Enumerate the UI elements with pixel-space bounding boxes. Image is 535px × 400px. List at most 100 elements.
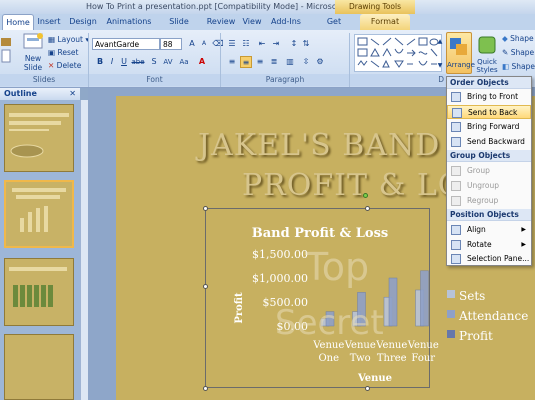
slide-thumbnail-1-preview	[9, 113, 69, 158]
shapes-gallery-icons	[357, 37, 439, 68]
align-text-icon[interactable]: ⇳	[300, 56, 312, 68]
clear-formatting-icon[interactable]: ⌫	[212, 38, 224, 50]
ungroup-icon	[451, 181, 461, 191]
position-objects-header: Position Objects	[447, 209, 531, 221]
quick-styles-button[interactable]: Quick Styles	[474, 34, 500, 74]
paste-icon[interactable]	[0, 34, 14, 70]
layout-label: Layout	[57, 35, 83, 44]
slide-title-line-2[interactable]: PROFIT & LO	[242, 168, 463, 203]
group-label: Group	[467, 166, 490, 175]
grow-font-icon[interactable]: A	[186, 38, 198, 50]
outline-tab-label: Outline	[4, 89, 37, 98]
new-slide-button[interactable]: New Slide	[18, 32, 48, 74]
rotate-icon	[451, 240, 461, 250]
legend-label-sets: Sets	[459, 289, 486, 303]
panel-scrollbar[interactable]	[80, 100, 88, 400]
slide-thumbnail-1[interactable]	[4, 104, 74, 172]
send-to-back-item[interactable]: Send to Back	[447, 105, 531, 119]
tab-view[interactable]: View	[241, 14, 263, 30]
align-item[interactable]: Align ▶	[447, 223, 531, 237]
shape-outline-label: Shape O	[510, 48, 535, 57]
send-backward-item[interactable]: Send Backward	[447, 135, 531, 149]
shapes-gallery[interactable]	[354, 34, 442, 72]
selection-handle[interactable]	[365, 386, 370, 391]
character-spacing-icon[interactable]: AV	[162, 56, 174, 68]
bar-attendance-4	[420, 270, 429, 327]
arrange-button[interactable]: Arrange	[446, 32, 475, 74]
delete-button[interactable]: ✕ Delete	[48, 61, 81, 70]
underline-button[interactable]: U	[118, 56, 130, 68]
drawing-tools-context-tab: Drawing Tools	[335, 0, 415, 14]
shape-effects-icon: ◧	[502, 62, 510, 71]
bring-forward-item[interactable]: Bring Forward	[447, 120, 531, 134]
strikethrough-button[interactable]: abe	[130, 56, 146, 68]
tab-review[interactable]: Review	[206, 14, 236, 30]
shape-fill-button[interactable]: ◆ Shape F	[502, 34, 535, 43]
tab-add-ins[interactable]: Add-Ins	[270, 14, 302, 30]
justify-icon[interactable]: ≣	[268, 56, 280, 68]
gallery-more-icon[interactable]: ▼	[434, 60, 446, 72]
legend-label-profit: Profit	[459, 329, 493, 343]
reset-button[interactable]: ▣ Reset	[48, 48, 78, 57]
bold-button[interactable]: B	[94, 56, 106, 68]
close-pane-icon[interactable]: ✕	[69, 88, 76, 100]
tab-design[interactable]: Design	[68, 14, 98, 30]
shadow-button[interactable]: S	[148, 56, 160, 68]
group-item[interactable]: Group	[447, 164, 531, 178]
columns-icon[interactable]: ▥	[284, 56, 296, 68]
send-backward-icon	[451, 137, 461, 147]
align-center-icon[interactable]: ≡	[240, 56, 252, 68]
group-icon	[451, 166, 461, 176]
align-right-icon[interactable]: ≡	[254, 56, 266, 68]
slide-thumbnail-4[interactable]	[4, 334, 74, 400]
tab-home[interactable]: Home	[2, 14, 34, 30]
selection-pane-item[interactable]: Selection Pane...	[447, 253, 531, 265]
shape-effects-button[interactable]: ◧ Shape E	[502, 62, 535, 71]
numbering-icon[interactable]: ☷	[240, 38, 252, 50]
slide-title-line-1[interactable]: JAKEL'S BAND	[198, 128, 440, 163]
tab-animations[interactable]: Animations	[106, 14, 152, 30]
align-left-icon[interactable]: ≡	[226, 56, 238, 68]
slide-thumbnail-2[interactable]	[4, 180, 74, 248]
ungroup-item[interactable]: Ungroup	[447, 179, 531, 193]
tab-format[interactable]: Format	[360, 14, 410, 30]
selection-handle[interactable]	[203, 206, 208, 211]
regroup-item[interactable]: Regroup	[447, 194, 531, 208]
selection-handle[interactable]	[203, 284, 208, 289]
tab-slide-show[interactable]: Slide Show	[158, 14, 200, 42]
selection-handle[interactable]	[365, 206, 370, 211]
font-name-combo[interactable]: AvantGarde	[92, 38, 160, 50]
shrink-font-icon[interactable]: A	[198, 38, 210, 50]
layout-button[interactable]: ▦ Layout ▾	[48, 35, 89, 44]
y-tick-label: $1,000.00	[252, 272, 308, 285]
smartart-icon[interactable]: ⚙	[314, 56, 326, 68]
gallery-scroll-up-icon[interactable]: ▲	[434, 36, 446, 48]
decrease-indent-icon[interactable]: ⇤	[256, 38, 268, 50]
selection-handle[interactable]	[203, 386, 208, 391]
selection-pane-icon	[451, 254, 461, 264]
bullets-icon[interactable]: ☰	[226, 38, 238, 50]
watermark-top: Top	[304, 245, 369, 289]
submenu-arrow-icon: ▶	[521, 241, 526, 248]
legend-swatch-profit-box	[447, 330, 455, 338]
chart-x-axis-label: Venue	[357, 373, 392, 384]
italic-button[interactable]: I	[106, 56, 118, 68]
x-tick-label: Three	[377, 353, 407, 364]
shape-outline-button[interactable]: ✎ Shape O	[502, 48, 535, 57]
change-case-icon[interactable]: Aa	[178, 56, 190, 68]
rotation-handle[interactable]	[363, 193, 368, 198]
legend-swatch-sets-box	[447, 290, 455, 298]
font-color-icon[interactable]: A	[196, 56, 208, 68]
bring-forward-label: Bring Forward	[467, 122, 520, 131]
text-direction-icon[interactable]: ⇅	[300, 38, 312, 50]
tab-insert[interactable]: Insert	[36, 14, 62, 30]
font-size-combo[interactable]: 88	[160, 38, 182, 50]
rotate-item[interactable]: Rotate ▶	[447, 238, 531, 252]
tab-get-started[interactable]: Get Started	[312, 14, 356, 42]
line-spacing-icon[interactable]: ↕	[288, 38, 300, 50]
slide-thumbnail-3[interactable]	[4, 258, 74, 326]
increase-indent-icon[interactable]: ⇥	[270, 38, 282, 50]
outline-tab[interactable]: Outline ✕	[0, 88, 80, 100]
shape-fill-label: Shape F	[510, 34, 535, 43]
bring-to-front-item[interactable]: Bring to Front	[447, 90, 531, 104]
